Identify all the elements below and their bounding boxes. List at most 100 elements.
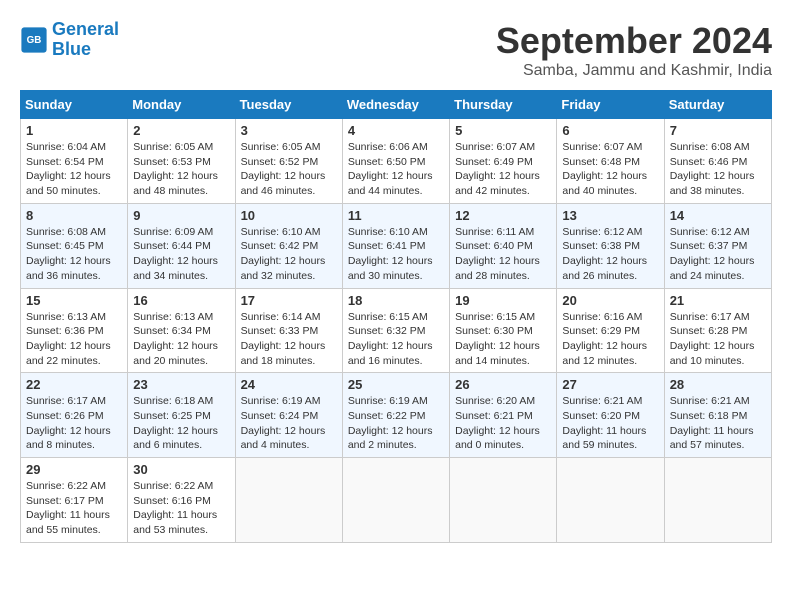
calendar-cell: 20 Sunrise: 6:16 AM Sunset: 6:29 PM Dayl…: [557, 288, 664, 373]
day-info: Sunrise: 6:10 AM Sunset: 6:42 PM Dayligh…: [241, 225, 337, 284]
day-info: Sunrise: 6:05 AM Sunset: 6:53 PM Dayligh…: [133, 140, 229, 199]
column-header-friday: Friday: [557, 91, 664, 119]
day-number: 13: [562, 208, 658, 223]
day-info: Sunrise: 6:21 AM Sunset: 6:18 PM Dayligh…: [670, 394, 766, 453]
day-number: 14: [670, 208, 766, 223]
day-info: Sunrise: 6:09 AM Sunset: 6:44 PM Dayligh…: [133, 225, 229, 284]
column-header-tuesday: Tuesday: [235, 91, 342, 119]
day-number: 17: [241, 293, 337, 308]
page-header: GB General Blue September 2024 Samba, Ja…: [20, 20, 772, 80]
day-info: Sunrise: 6:08 AM Sunset: 6:46 PM Dayligh…: [670, 140, 766, 199]
day-number: 9: [133, 208, 229, 223]
calendar-cell: 11 Sunrise: 6:10 AM Sunset: 6:41 PM Dayl…: [342, 203, 449, 288]
day-number: 11: [348, 208, 444, 223]
day-info: Sunrise: 6:22 AM Sunset: 6:16 PM Dayligh…: [133, 479, 229, 538]
calendar-cell: [235, 458, 342, 543]
day-number: 3: [241, 123, 337, 138]
day-number: 18: [348, 293, 444, 308]
calendar-cell: 14 Sunrise: 6:12 AM Sunset: 6:37 PM Dayl…: [664, 203, 771, 288]
day-info: Sunrise: 6:22 AM Sunset: 6:17 PM Dayligh…: [26, 479, 122, 538]
day-number: 25: [348, 377, 444, 392]
column-header-sunday: Sunday: [21, 91, 128, 119]
day-info: Sunrise: 6:16 AM Sunset: 6:29 PM Dayligh…: [562, 310, 658, 369]
calendar-week-5: 29 Sunrise: 6:22 AM Sunset: 6:17 PM Dayl…: [21, 458, 772, 543]
day-number: 10: [241, 208, 337, 223]
day-info: Sunrise: 6:21 AM Sunset: 6:20 PM Dayligh…: [562, 394, 658, 453]
day-number: 24: [241, 377, 337, 392]
day-info: Sunrise: 6:15 AM Sunset: 6:30 PM Dayligh…: [455, 310, 551, 369]
location: Samba, Jammu and Kashmir, India: [496, 62, 772, 80]
column-header-monday: Monday: [128, 91, 235, 119]
calendar-cell: 6 Sunrise: 6:07 AM Sunset: 6:48 PM Dayli…: [557, 119, 664, 204]
day-number: 2: [133, 123, 229, 138]
day-info: Sunrise: 6:17 AM Sunset: 6:26 PM Dayligh…: [26, 394, 122, 453]
calendar-cell: 29 Sunrise: 6:22 AM Sunset: 6:17 PM Dayl…: [21, 458, 128, 543]
calendar-week-2: 8 Sunrise: 6:08 AM Sunset: 6:45 PM Dayli…: [21, 203, 772, 288]
calendar-cell: 7 Sunrise: 6:08 AM Sunset: 6:46 PM Dayli…: [664, 119, 771, 204]
calendar-cell: 18 Sunrise: 6:15 AM Sunset: 6:32 PM Dayl…: [342, 288, 449, 373]
day-info: Sunrise: 6:12 AM Sunset: 6:37 PM Dayligh…: [670, 225, 766, 284]
calendar-cell: 21 Sunrise: 6:17 AM Sunset: 6:28 PM Dayl…: [664, 288, 771, 373]
calendar-cell: 3 Sunrise: 6:05 AM Sunset: 6:52 PM Dayli…: [235, 119, 342, 204]
column-header-thursday: Thursday: [450, 91, 557, 119]
calendar-cell: 13 Sunrise: 6:12 AM Sunset: 6:38 PM Dayl…: [557, 203, 664, 288]
calendar-cell: 12 Sunrise: 6:11 AM Sunset: 6:40 PM Dayl…: [450, 203, 557, 288]
day-info: Sunrise: 6:15 AM Sunset: 6:32 PM Dayligh…: [348, 310, 444, 369]
calendar-cell: 16 Sunrise: 6:13 AM Sunset: 6:34 PM Dayl…: [128, 288, 235, 373]
calendar-week-3: 15 Sunrise: 6:13 AM Sunset: 6:36 PM Dayl…: [21, 288, 772, 373]
calendar-cell: 24 Sunrise: 6:19 AM Sunset: 6:24 PM Dayl…: [235, 373, 342, 458]
day-number: 6: [562, 123, 658, 138]
day-number: 30: [133, 462, 229, 477]
day-info: Sunrise: 6:17 AM Sunset: 6:28 PM Dayligh…: [670, 310, 766, 369]
calendar-week-4: 22 Sunrise: 6:17 AM Sunset: 6:26 PM Dayl…: [21, 373, 772, 458]
calendar-cell: 23 Sunrise: 6:18 AM Sunset: 6:25 PM Dayl…: [128, 373, 235, 458]
day-number: 16: [133, 293, 229, 308]
day-number: 29: [26, 462, 122, 477]
calendar-header-row: SundayMondayTuesdayWednesdayThursdayFrid…: [21, 91, 772, 119]
day-info: Sunrise: 6:14 AM Sunset: 6:33 PM Dayligh…: [241, 310, 337, 369]
day-info: Sunrise: 6:07 AM Sunset: 6:49 PM Dayligh…: [455, 140, 551, 199]
calendar-cell: 28 Sunrise: 6:21 AM Sunset: 6:18 PM Dayl…: [664, 373, 771, 458]
day-info: Sunrise: 6:10 AM Sunset: 6:41 PM Dayligh…: [348, 225, 444, 284]
month-title: September 2024: [496, 20, 772, 62]
day-number: 20: [562, 293, 658, 308]
column-header-saturday: Saturday: [664, 91, 771, 119]
day-info: Sunrise: 6:18 AM Sunset: 6:25 PM Dayligh…: [133, 394, 229, 453]
logo-line2: Blue: [52, 40, 119, 60]
calendar-cell: 19 Sunrise: 6:15 AM Sunset: 6:30 PM Dayl…: [450, 288, 557, 373]
calendar-cell: 10 Sunrise: 6:10 AM Sunset: 6:42 PM Dayl…: [235, 203, 342, 288]
day-info: Sunrise: 6:07 AM Sunset: 6:48 PM Dayligh…: [562, 140, 658, 199]
calendar-cell: 15 Sunrise: 6:13 AM Sunset: 6:36 PM Dayl…: [21, 288, 128, 373]
day-info: Sunrise: 6:08 AM Sunset: 6:45 PM Dayligh…: [26, 225, 122, 284]
day-info: Sunrise: 6:19 AM Sunset: 6:22 PM Dayligh…: [348, 394, 444, 453]
calendar-cell: [557, 458, 664, 543]
day-info: Sunrise: 6:06 AM Sunset: 6:50 PM Dayligh…: [348, 140, 444, 199]
calendar-cell: 27 Sunrise: 6:21 AM Sunset: 6:20 PM Dayl…: [557, 373, 664, 458]
day-number: 21: [670, 293, 766, 308]
calendar-cell: 5 Sunrise: 6:07 AM Sunset: 6:49 PM Dayli…: [450, 119, 557, 204]
calendar-table: SundayMondayTuesdayWednesdayThursdayFrid…: [20, 90, 772, 543]
day-number: 7: [670, 123, 766, 138]
logo-line1: General: [52, 19, 119, 39]
column-header-wednesday: Wednesday: [342, 91, 449, 119]
calendar-cell: 25 Sunrise: 6:19 AM Sunset: 6:22 PM Dayl…: [342, 373, 449, 458]
day-number: 19: [455, 293, 551, 308]
calendar-cell: 1 Sunrise: 6:04 AM Sunset: 6:54 PM Dayli…: [21, 119, 128, 204]
day-info: Sunrise: 6:04 AM Sunset: 6:54 PM Dayligh…: [26, 140, 122, 199]
calendar-cell: [342, 458, 449, 543]
day-number: 23: [133, 377, 229, 392]
logo: GB General Blue: [20, 20, 119, 60]
day-number: 4: [348, 123, 444, 138]
title-section: September 2024 Samba, Jammu and Kashmir,…: [496, 20, 772, 80]
calendar-cell: 8 Sunrise: 6:08 AM Sunset: 6:45 PM Dayli…: [21, 203, 128, 288]
calendar-cell: 4 Sunrise: 6:06 AM Sunset: 6:50 PM Dayli…: [342, 119, 449, 204]
logo-icon: GB: [20, 26, 48, 54]
calendar-cell: 22 Sunrise: 6:17 AM Sunset: 6:26 PM Dayl…: [21, 373, 128, 458]
calendar-cell: 9 Sunrise: 6:09 AM Sunset: 6:44 PM Dayli…: [128, 203, 235, 288]
day-info: Sunrise: 6:13 AM Sunset: 6:36 PM Dayligh…: [26, 310, 122, 369]
calendar-week-1: 1 Sunrise: 6:04 AM Sunset: 6:54 PM Dayli…: [21, 119, 772, 204]
calendar-cell: 26 Sunrise: 6:20 AM Sunset: 6:21 PM Dayl…: [450, 373, 557, 458]
logo-text: General Blue: [52, 20, 119, 60]
day-info: Sunrise: 6:05 AM Sunset: 6:52 PM Dayligh…: [241, 140, 337, 199]
day-info: Sunrise: 6:20 AM Sunset: 6:21 PM Dayligh…: [455, 394, 551, 453]
